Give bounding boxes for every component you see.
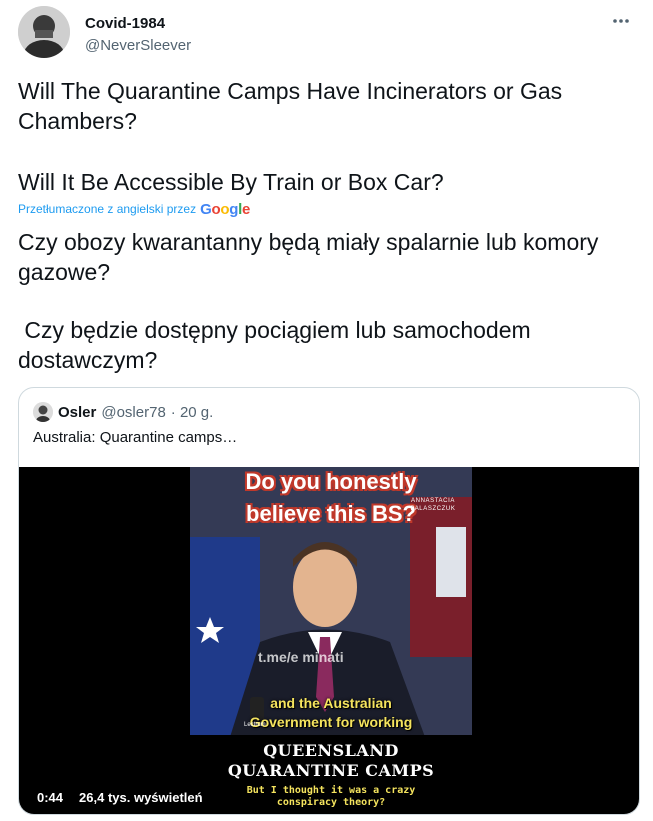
video-bottom-subtitle-line-2: conspiracy theory? (276, 797, 386, 808)
video-brand-label: ANNASTACIA PALASZCZUK (410, 498, 456, 512)
more-horizontal-icon[interactable] (608, 8, 634, 34)
tweet-text-line-1: Will The Quarantine Camps Have Incinerat… (18, 78, 569, 134)
video-watermark: t.me/e minati (258, 649, 344, 665)
author-display-name[interactable]: Covid-1984 (85, 15, 165, 32)
quoted-tweet-header: Osler @osler78 · 20 g. (33, 402, 213, 422)
video-caption-line-1: Do you honestly (245, 469, 417, 494)
author-handle[interactable]: @NeverSleever (85, 37, 191, 54)
video-subtitle-line-2: Government for working (249, 714, 413, 730)
translation-label: Przetłumaczone z angielski przez (18, 202, 197, 216)
lectrum-logo: Lectrum (244, 722, 266, 728)
translated-text-line-2: Czy będzie dostępny pociągiem lub samoch… (18, 317, 538, 373)
quoted-tweet-text: Australia: Quarantine camps… (33, 429, 238, 446)
quoted-tweet-time[interactable]: · 20 g. (171, 404, 214, 421)
video-title-band: QUEENSLAND QUARANTINE CAMPS But I though… (190, 735, 472, 814)
video-duration: 0:44 (32, 787, 69, 808)
video-stats: 0:44 26,4 tys. wyświetleń (32, 787, 208, 808)
video-title-line-1: QUEENSLAND (263, 741, 399, 760)
video-view-count: 26,4 tys. wyświetleń (74, 787, 208, 808)
quoted-author-handle[interactable]: @osler78 (101, 404, 165, 421)
video-title-line-2: QUARANTINE CAMPS (227, 761, 435, 780)
translated-text-line-1: Czy obozy kwarantanny będą miały spalarn… (18, 229, 605, 285)
video-subtitle-line-1: and the Australian (270, 695, 392, 711)
video-frame: Do you honestly believe this BS? ANNASTA… (190, 467, 472, 814)
quoted-author-avatar[interactable] (33, 402, 53, 422)
quoted-author-name[interactable]: Osler (58, 404, 96, 421)
video-bottom-subtitle-line-1: But I thought it was a crazy (246, 785, 416, 796)
quoted-tweet[interactable]: Osler @osler78 · 20 g. Australia: Quaran… (18, 387, 640, 815)
video-player[interactable]: Do you honestly believe this BS? ANNASTA… (19, 467, 639, 814)
user-avatar[interactable] (18, 6, 70, 58)
tweet-header: Covid-1984 @NeverSleever (18, 6, 638, 62)
translation-attribution[interactable]: Przetłumaczone z angielski przez Google (18, 200, 250, 218)
tweet-text-line-2: Will It Be Accessible By Train or Box Ca… (18, 169, 444, 195)
google-logo: Google (200, 200, 250, 218)
